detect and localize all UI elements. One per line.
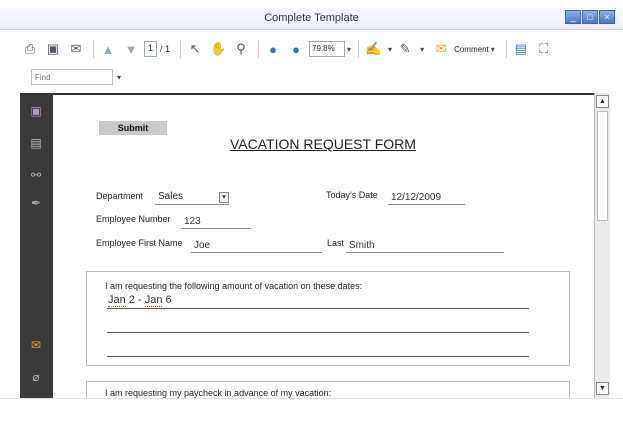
attachments-icon[interactable]: ▤: [28, 135, 44, 151]
pdf-viewer-window: Complete Template _ □ × ⎙ ▣ ✉ ▲ ▼ 1 / 1 …: [0, 0, 623, 423]
employee-number-field[interactable]: 123: [181, 215, 251, 229]
toolbar-divider: [180, 40, 182, 58]
vacation-to-month: Jan: [144, 294, 163, 307]
sign-icon[interactable]: ✍: [363, 39, 383, 59]
dropdown-arrow-icon: ▾: [219, 192, 229, 203]
vacation-range-middle: 2 -: [125, 294, 145, 306]
highlight-dropdown-icon[interactable]: ▾: [420, 45, 424, 54]
department-select[interactable]: Sales ▾: [155, 191, 229, 205]
submit-button[interactable]: Submit: [99, 121, 167, 135]
vacation-line-2: [107, 332, 529, 333]
form-title: VACATION REQUEST FORM: [230, 136, 416, 152]
paperclip-icon[interactable]: ⌀: [28, 369, 44, 385]
document-viewport: Submit VACATION REQUEST FORM Department …: [53, 93, 594, 398]
navigation-panel: ▣ ▤ ⚯ ✒ ✉ ⌀: [20, 93, 53, 398]
paycheck-advance-box: I am requesting my paycheck in advance o…: [86, 381, 570, 398]
page-number-input[interactable]: 1: [144, 41, 158, 57]
scroll-up-icon[interactable]: ▲: [596, 95, 609, 108]
minimize-icon[interactable]: _: [565, 10, 581, 24]
vacation-line-3: [107, 356, 529, 357]
find-bar: ▾: [31, 68, 121, 86]
toolbar-divider: [258, 40, 260, 58]
comment-icon: ✉: [435, 41, 447, 56]
find-dropdown-icon[interactable]: ▾: [117, 73, 121, 82]
toolbar-divider: [93, 40, 94, 58]
comments-panel-icon[interactable]: ✉: [28, 337, 44, 353]
comment-dropdown-icon: ▾: [490, 44, 495, 54]
vacation-dates-field[interactable]: Jan 2 - Jan 6: [108, 294, 172, 307]
employee-number-label: Employee Number: [96, 214, 171, 224]
toolbar-divider: [358, 40, 360, 58]
signatures-icon[interactable]: ✒: [28, 195, 44, 211]
close-icon[interactable]: ×: [599, 10, 615, 24]
highlight-icon[interactable]: ✎: [395, 39, 415, 59]
vacation-from-month: Jan: [108, 294, 126, 307]
prev-page-icon[interactable]: ▲: [98, 39, 118, 59]
vacation-dates-box: I am requesting the following amount of …: [86, 271, 570, 366]
comment-label: Comment: [454, 44, 489, 54]
toolbar-divider: [505, 40, 507, 58]
scrollbar-thumb[interactable]: [597, 111, 608, 221]
zoom-tool-icon[interactable]: ⚲: [231, 39, 251, 59]
zoom-level-field[interactable]: 79.8%: [309, 41, 346, 57]
vertical-scrollbar[interactable]: ▲ ▼: [594, 93, 610, 398]
sign-dropdown-icon[interactable]: ▾: [388, 45, 392, 54]
vacation-range-end: 6: [162, 294, 172, 306]
select-tool-icon[interactable]: ↖: [185, 39, 205, 59]
zoom-dropdown-icon[interactable]: ▾: [347, 45, 351, 54]
page-total: / 1: [160, 44, 171, 54]
department-value: Sales: [158, 191, 184, 202]
binoculars-icon[interactable]: ⚯: [28, 167, 44, 183]
department-label: Department: [96, 191, 144, 201]
bottom-divider: [0, 398, 623, 399]
print-icon[interactable]: ⎙: [20, 39, 40, 59]
scroll-down-icon[interactable]: ▼: [596, 382, 609, 395]
zoom-in-icon[interactable]: ●: [286, 39, 306, 59]
fit-page-icon[interactable]: ▤: [511, 39, 531, 59]
maximize-icon[interactable]: □: [582, 10, 598, 24]
zoom-out-icon[interactable]: ●: [263, 39, 283, 59]
hand-tool-icon[interactable]: ✋: [208, 39, 228, 59]
next-page-icon[interactable]: ▼: [121, 39, 141, 59]
last-name-field[interactable]: Smith: [346, 239, 504, 253]
todays-date-field[interactable]: 12/12/2009: [388, 191, 465, 205]
window-title: Complete Template: [264, 12, 359, 24]
first-name-field[interactable]: Joe: [191, 239, 322, 253]
comment-button[interactable]: ✉ Comment ▾: [431, 39, 498, 59]
paycheck-advance-heading: I am requesting my paycheck in advance o…: [105, 388, 332, 398]
todays-date-label: Today's Date: [326, 190, 378, 200]
email-icon[interactable]: ✉: [66, 39, 86, 59]
first-name-label: Employee First Name: [96, 238, 183, 248]
title-bar: Complete Template _ □ ×: [0, 8, 623, 30]
save-icon[interactable]: ▣: [43, 39, 63, 59]
last-name-label: Last: [327, 238, 345, 248]
fullscreen-icon[interactable]: ⛶: [534, 39, 554, 59]
window-controls: _ □ ×: [564, 10, 615, 24]
vacation-line-1: [107, 308, 529, 309]
vacation-dates-heading: I am requesting the following amount of …: [105, 281, 363, 291]
main-toolbar: ⎙ ▣ ✉ ▲ ▼ 1 / 1 ↖ ✋ ⚲ ● ● 79.8% ▾ ✍ ▾ ✎ …: [20, 36, 610, 62]
find-input[interactable]: [31, 69, 113, 85]
pages-panel-icon[interactable]: ▣: [28, 103, 44, 119]
